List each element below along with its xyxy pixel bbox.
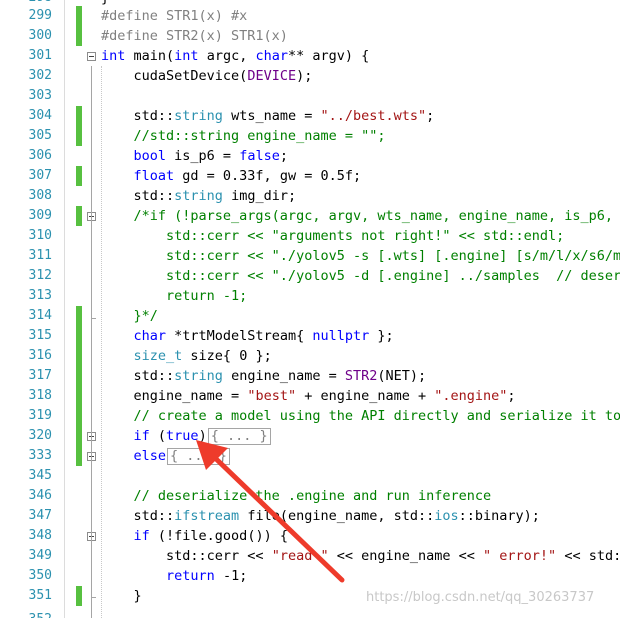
arrow-shaft	[209, 452, 345, 583]
watermark: https://blog.csdn.net/qq_30263737	[366, 590, 595, 605]
red-arrow-annotation	[196, 440, 345, 583]
